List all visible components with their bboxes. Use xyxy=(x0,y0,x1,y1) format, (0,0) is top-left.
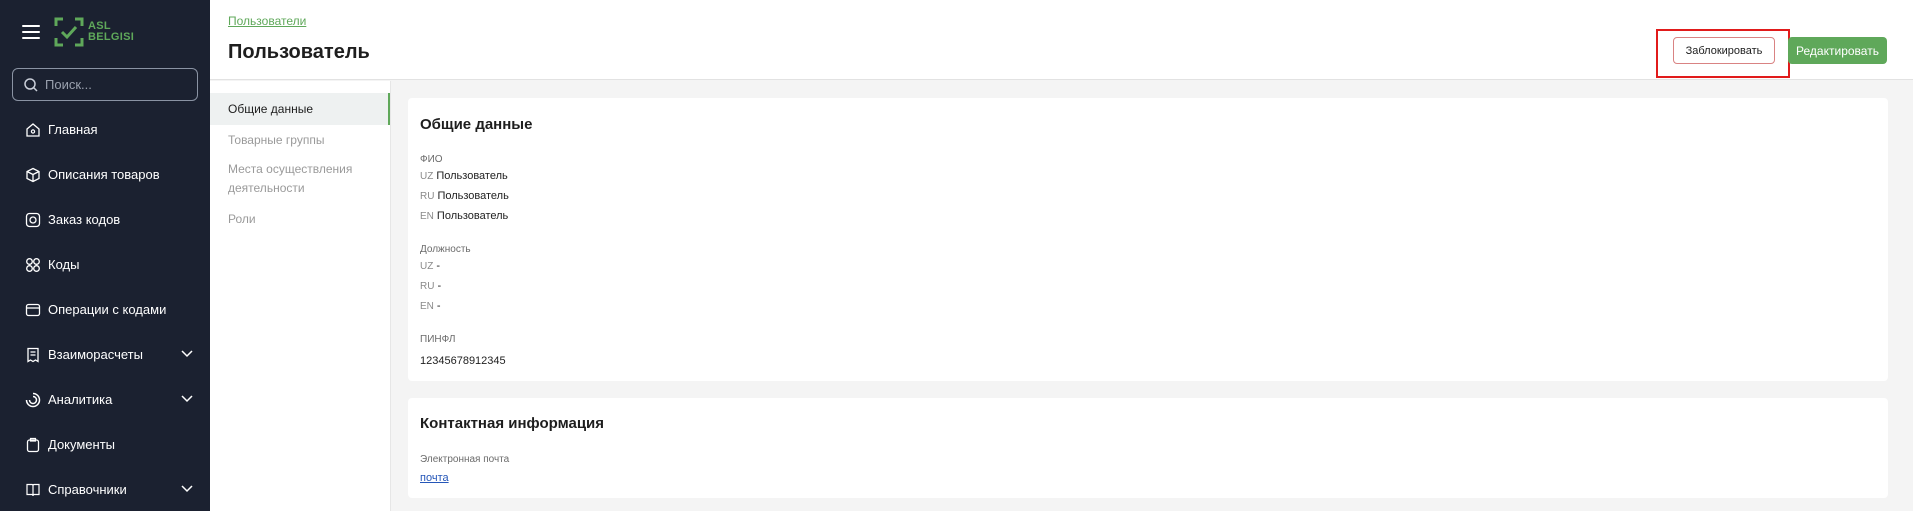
box-icon xyxy=(24,166,42,184)
lang-code: RU xyxy=(420,281,435,292)
position-ru: RU - xyxy=(420,280,441,292)
position-value: - xyxy=(436,300,441,312)
sidebar-item-label: Заказ кодов xyxy=(48,212,121,227)
chevron-down-icon[interactable] xyxy=(180,346,194,360)
sidebar-top: ASL BELGISI xyxy=(0,0,210,64)
sidebar-item-analytics[interactable]: Аналитика xyxy=(0,377,210,422)
pinfl-value: 12345678912345 xyxy=(420,355,506,367)
contact-info-card: Контактная информация Электронная почта … xyxy=(408,398,1888,498)
chevron-down-icon[interactable] xyxy=(180,391,194,405)
page-header: Пользователи Пользователь Заблокировать … xyxy=(210,0,1913,80)
tab-product-groups[interactable]: Товарные группы xyxy=(210,131,390,150)
lang-code: UZ xyxy=(420,171,434,182)
search-input[interactable] xyxy=(45,77,185,92)
sidebar-item-label: Коды xyxy=(48,257,80,272)
logo-line2: BELGISI xyxy=(88,31,135,43)
lang-code: EN xyxy=(420,301,434,312)
position-value: - xyxy=(436,260,441,272)
tab-general[interactable]: Общие данные xyxy=(210,93,390,125)
fio-uz: UZ Пользователь xyxy=(420,170,508,182)
breadcrumb-users[interactable]: Пользователи xyxy=(228,14,306,28)
email-label: Электронная почта xyxy=(420,454,510,465)
lang-code: UZ xyxy=(420,261,434,272)
position-label: Должность xyxy=(420,244,471,255)
sidebar-item-documents[interactable]: Документы xyxy=(0,422,210,467)
position-value: - xyxy=(437,280,442,292)
position-uz: UZ - xyxy=(420,260,440,272)
general-data-card: Общие данные ФИО UZ Пользователь RU Пользо… xyxy=(408,98,1888,381)
logo[interactable]: ASL BELGISI xyxy=(54,17,134,47)
lang-code: RU xyxy=(420,191,435,202)
fio-ru: RU Пользователь xyxy=(420,190,509,202)
documents-icon xyxy=(24,436,42,454)
block-button[interactable]: Заблокировать xyxy=(1673,37,1775,64)
fio-value: Пользователь xyxy=(436,170,508,182)
edit-button[interactable]: Редактировать xyxy=(1788,37,1887,64)
operations-icon xyxy=(24,301,42,319)
sidebar-item-label: Операции с кодами xyxy=(48,302,167,317)
search-box[interactable] xyxy=(12,68,198,101)
sidebar-item-product-descriptions[interactable]: Описания товаров xyxy=(0,152,210,197)
sidebar-item-label: Взаиморасчеты xyxy=(48,347,143,362)
position-en: EN - xyxy=(420,300,441,312)
home-icon xyxy=(24,121,42,139)
chevron-down-icon[interactable] xyxy=(180,481,194,495)
code-order-icon xyxy=(24,211,42,229)
book-icon xyxy=(24,481,42,499)
sidebar: ASL BELGISI Главная Описания товаров xyxy=(0,0,210,511)
fio-value: Пользователь xyxy=(437,190,509,202)
lang-code: EN xyxy=(420,211,434,222)
sidebar-item-code-operations[interactable]: Операции с кодами xyxy=(0,287,210,332)
sidebar-item-label: Главная xyxy=(48,122,98,137)
tab-business-locations[interactable]: Места осуществления деятельности xyxy=(210,160,390,198)
settlements-icon xyxy=(24,346,42,364)
fio-value: Пользователь xyxy=(436,210,509,222)
page-title: Пользователь xyxy=(228,41,370,63)
sidebar-item-references[interactable]: Справочники xyxy=(0,467,210,511)
sidebar-item-home[interactable]: Главная xyxy=(0,107,210,152)
sidebar-item-label: Документы xyxy=(48,437,116,452)
sidebar-item-label: Справочники xyxy=(48,482,127,497)
sidebar-item-settlements[interactable]: Взаиморасчеты xyxy=(0,332,210,377)
logo-icon xyxy=(54,17,84,47)
sidebar-item-codes[interactable]: Коды xyxy=(0,242,210,287)
sidebar-item-label: Описания товаров xyxy=(48,167,160,182)
fio-en: EN Пользователь xyxy=(420,210,508,222)
section-tabs: Общие данные Товарные группы Места осуще… xyxy=(210,81,391,511)
analytics-icon xyxy=(24,391,42,409)
general-data-title: Общие данные xyxy=(420,116,533,133)
sidebar-item-label: Аналитика xyxy=(48,392,113,407)
search-icon xyxy=(24,77,38,92)
menu-icon[interactable] xyxy=(22,25,40,39)
sidebar-nav: Главная Описания товаров Заказ кодов Код… xyxy=(0,107,210,511)
sidebar-item-code-order[interactable]: Заказ кодов xyxy=(0,197,210,242)
tab-roles[interactable]: Роли xyxy=(210,210,390,229)
email-link[interactable]: почта xyxy=(420,472,449,484)
contact-info-title: Контактная информация xyxy=(420,415,605,432)
fio-label: ФИО xyxy=(420,154,443,165)
codes-icon xyxy=(24,256,42,274)
pinfl-label: ПИНФЛ xyxy=(420,334,456,345)
